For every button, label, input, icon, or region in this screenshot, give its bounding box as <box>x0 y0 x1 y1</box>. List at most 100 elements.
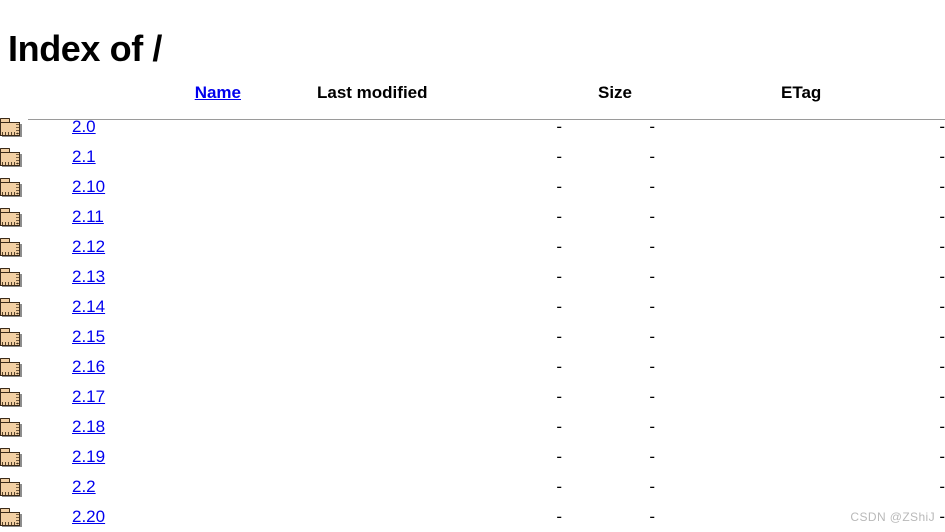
row-last-modified: - <box>556 507 562 526</box>
row-icon-cell <box>0 442 72 472</box>
row-icon-cell <box>0 232 72 262</box>
folder-icon <box>0 358 22 377</box>
row-icon-cell <box>0 412 72 442</box>
row-last-modified: - <box>556 387 562 406</box>
row-size: - <box>649 147 655 166</box>
row-name-cell: 2.2 <box>72 472 241 502</box>
row-size: - <box>649 357 655 376</box>
folder-icon <box>0 178 22 197</box>
folder-icon <box>0 208 22 227</box>
row-etag: - <box>939 327 945 346</box>
table-body: 2.0 - - - 2.1 - - - 2.10 - - - 2.11 - - - 2.12 - - - 2.13 - - -… <box>0 112 945 532</box>
row-size: - <box>649 177 655 196</box>
table-row: 2.19 - - - <box>0 442 945 472</box>
row-size: - <box>649 267 655 286</box>
row-icon-cell <box>0 112 72 142</box>
row-last-modified: - <box>556 417 562 436</box>
watermark: CSDN @ZShiJ <box>850 510 935 524</box>
directory-link[interactable]: 2.19 <box>72 447 105 466</box>
row-last-modified: - <box>556 297 562 316</box>
row-icon-cell <box>0 172 72 202</box>
directory-link[interactable]: 2.0 <box>72 117 96 136</box>
column-header-etag: ETag <box>781 83 822 102</box>
row-etag: - <box>939 477 945 496</box>
directory-link[interactable]: 2.20 <box>72 507 105 526</box>
row-name-cell: 2.16 <box>72 352 241 382</box>
folder-icon <box>0 478 22 497</box>
row-size: - <box>649 327 655 346</box>
table-row: 2.13 - - - <box>0 262 945 292</box>
table-row: 2.17 - - - <box>0 382 945 412</box>
row-icon-cell <box>0 322 72 352</box>
folder-icon <box>0 268 22 287</box>
row-etag: - <box>939 177 945 196</box>
header-icon-column <box>0 74 72 112</box>
row-size: - <box>649 447 655 466</box>
directory-link[interactable]: 2.18 <box>72 417 105 436</box>
directory-link[interactable]: 2.12 <box>72 237 105 256</box>
row-size: - <box>649 237 655 256</box>
row-last-modified: - <box>556 177 562 196</box>
table-row: 2.14 - - - <box>0 292 945 322</box>
column-header-name[interactable]: Name <box>72 74 241 112</box>
row-etag: - <box>939 147 945 166</box>
row-name-cell: 2.12 <box>72 232 241 262</box>
table-row: 2.0 - - - <box>0 112 945 142</box>
row-name-cell: 2.13 <box>72 262 241 292</box>
table-row: 2.20- - - <box>0 502 945 532</box>
row-icon-cell <box>0 502 72 532</box>
directory-link[interactable]: 2.15 <box>72 327 105 346</box>
row-last-modified: - <box>556 147 562 166</box>
folder-icon <box>0 298 22 317</box>
row-last-modified: - <box>556 237 562 256</box>
row-etag: - <box>939 237 945 256</box>
folder-icon <box>0 118 22 137</box>
directory-link[interactable]: 2.2 <box>72 477 96 496</box>
column-header-size: Size <box>598 83 633 102</box>
row-name-cell: 2.15 <box>72 322 241 352</box>
table-row: 2.11 - - - <box>0 202 945 232</box>
row-size: - <box>649 207 655 226</box>
row-icon-cell <box>0 382 72 412</box>
row-last-modified: - <box>556 477 562 496</box>
row-last-modified: - <box>556 357 562 376</box>
table-row: 2.15 - - - <box>0 322 945 352</box>
row-last-modified: - <box>556 447 562 466</box>
row-etag: - <box>939 117 945 136</box>
row-name-cell: 2.19 <box>72 442 241 472</box>
directory-link[interactable]: 2.13 <box>72 267 105 286</box>
table-row: 2.1 - - - <box>0 142 945 172</box>
row-etag: - <box>939 447 945 466</box>
row-name-cell: 2.20 <box>72 502 241 532</box>
folder-icon <box>0 148 22 167</box>
row-size: - <box>649 417 655 436</box>
folder-icon <box>0 508 22 527</box>
folder-icon <box>0 448 22 467</box>
directory-link[interactable]: 2.16 <box>72 357 105 376</box>
row-size: - <box>649 507 655 526</box>
folder-icon <box>0 388 22 407</box>
sort-by-name-link[interactable]: Name <box>195 83 241 102</box>
row-size: - <box>649 117 655 136</box>
row-etag: - <box>939 267 945 286</box>
row-name-cell: 2.0 <box>72 112 241 142</box>
directory-link[interactable]: 2.10 <box>72 177 105 196</box>
row-last-modified: - <box>556 207 562 226</box>
row-icon-cell <box>0 352 72 382</box>
table-row: 2.2 - - - <box>0 472 945 502</box>
row-name-cell: 2.14 <box>72 292 241 322</box>
table-row: 2.16 - - - <box>0 352 945 382</box>
row-etag: - <box>939 357 945 376</box>
folder-icon <box>0 418 22 437</box>
directory-link[interactable]: 2.1 <box>72 147 96 166</box>
table-row: 2.10 - - - <box>0 172 945 202</box>
row-name-cell: 2.11 <box>72 202 241 232</box>
row-last-modified: - <box>556 327 562 346</box>
row-etag: - <box>939 207 945 226</box>
directory-link[interactable]: 2.11 <box>72 207 104 226</box>
row-icon-cell <box>0 292 72 322</box>
directory-link[interactable]: 2.14 <box>72 297 105 316</box>
directory-link[interactable]: 2.17 <box>72 387 105 406</box>
row-icon-cell <box>0 262 72 292</box>
row-size: - <box>649 477 655 496</box>
